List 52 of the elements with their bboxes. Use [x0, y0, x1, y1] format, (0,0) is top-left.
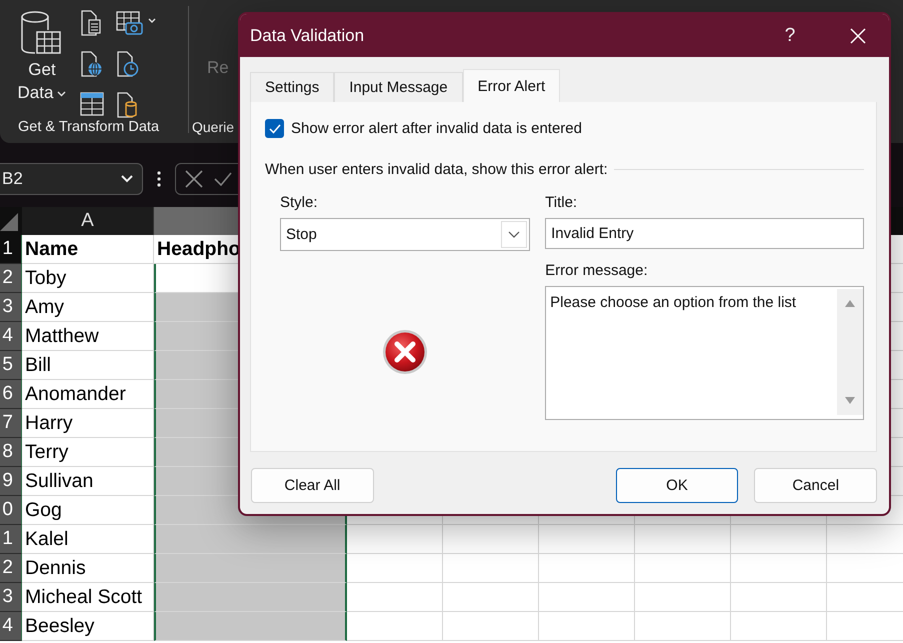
row-header[interactable]: 0 [0, 496, 22, 525]
cancel-icon[interactable] [184, 168, 204, 188]
more-options-icon[interactable] [157, 170, 161, 186]
row-header[interactable]: 2 [0, 554, 22, 583]
title-input-field[interactable]: Invalid Entry [545, 218, 864, 249]
field-label: Title: [545, 194, 578, 211]
row-header[interactable]: 5 [0, 351, 22, 380]
ribbon-button-label: Re [207, 58, 229, 79]
row-header[interactable]: 6 [0, 380, 22, 409]
get-data-button[interactable]: Get Data [0, 8, 80, 119]
select-all-icon[interactable] [0, 213, 18, 231]
style-dropdown[interactable]: Stop [280, 218, 530, 251]
web-file-icon[interactable] [80, 51, 104, 77]
field-label: Style: [280, 194, 319, 211]
close-icon[interactable] [850, 28, 866, 44]
tab[interactable]: Input Message [334, 72, 463, 102]
chevron-down-icon[interactable] [508, 230, 520, 238]
checkbox-label[interactable]: Show error alert after invalid data is entered [291, 120, 582, 137]
table-cell: Name [22, 235, 154, 264]
row-header[interactable]: 9 [0, 467, 22, 496]
row-header[interactable]: 7 [0, 409, 22, 438]
row-header[interactable]: 1 [0, 235, 22, 264]
text-file-icon[interactable] [80, 10, 102, 36]
table-icon[interactable] [80, 92, 104, 116]
tab[interactable]: Settings [250, 72, 334, 102]
row-header[interactable]: 1 [0, 525, 22, 554]
column-header[interactable]: A [22, 207, 154, 235]
check-icon[interactable] [214, 172, 232, 186]
caret-icon[interactable] [57, 90, 66, 97]
name-box[interactable]: B2 [0, 162, 143, 194]
help-button[interactable]: ? [767, 14, 813, 57]
row-header[interactable]: 2 [0, 264, 22, 293]
window-title: Data Validation [250, 26, 366, 46]
row-header[interactable]: 8 [0, 438, 22, 467]
row-header[interactable]: 3 [0, 583, 22, 612]
group-label: Get & Transform Data [17, 119, 160, 137]
field-label: Error message: [545, 262, 649, 279]
clock-file-icon[interactable] [116, 51, 140, 77]
checkmark-icon[interactable] [268, 122, 282, 134]
row-header[interactable]: 4 [0, 322, 22, 351]
error-icon [382, 329, 428, 375]
checkbox[interactable] [265, 119, 284, 138]
dialog-button[interactable]: Cancel [754, 468, 878, 503]
message-text-field[interactable]: Please choose an option from the list [545, 286, 864, 420]
section-label: When user enters invalid data, show this error alert: [265, 161, 608, 178]
row-header[interactable]: 4 [0, 612, 22, 641]
group-label: Querie [191, 119, 236, 137]
tab[interactable]: Error Alert [462, 69, 560, 102]
dialog-button[interactable]: OK [616, 468, 738, 503]
row-header[interactable]: 3 [0, 293, 22, 322]
dialog-button[interactable]: Clear All [251, 468, 374, 503]
table-camera-icon[interactable] [116, 10, 158, 36]
